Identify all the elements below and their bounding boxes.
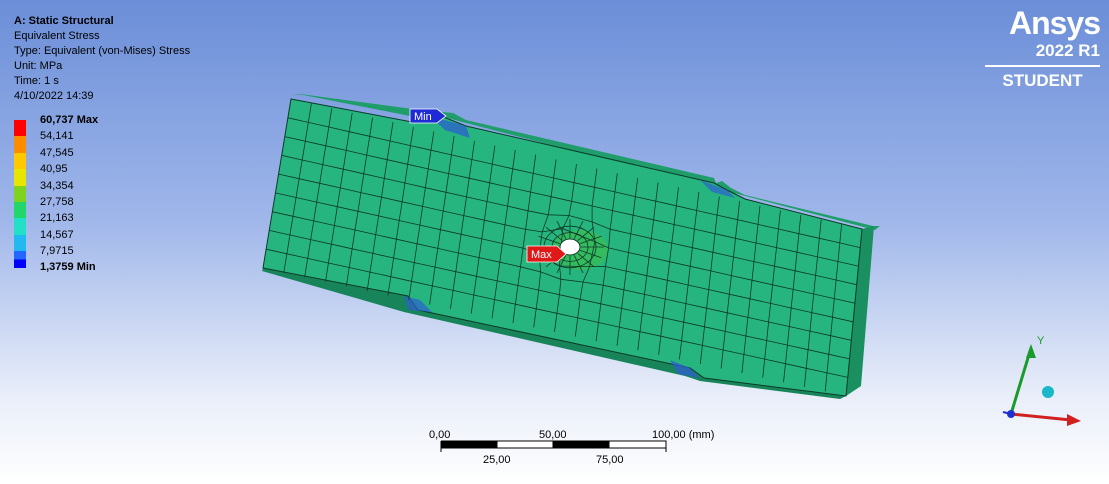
coordinate-triad[interactable]: Y	[995, 328, 1100, 428]
y-axis-label: Y	[1037, 335, 1045, 347]
scale-bar: 0,00 50,00 100,00 (mm) 25,00 75,00	[420, 428, 714, 468]
model-viewport[interactable]: Min Max	[0, 0, 1109, 484]
scale-label: 0,00	[429, 429, 451, 441]
x-axis-arrow	[1067, 414, 1081, 426]
triad-origin	[1007, 410, 1015, 418]
iso-view-ball[interactable]	[1042, 386, 1054, 398]
scale-label: 50,00	[539, 429, 567, 441]
scale-label: 100,00 (mm)	[652, 429, 715, 441]
x-axis-line	[1010, 412, 1072, 422]
max-probe[interactable]: Max	[526, 245, 567, 263]
y-axis-arrow	[1026, 344, 1036, 358]
scale-label: 25,00	[483, 454, 511, 466]
plate-model[interactable]	[262, 94, 880, 399]
scale-label: 75,00	[596, 454, 624, 466]
max-probe-label: Max	[531, 249, 552, 261]
min-probe-label: Min	[414, 111, 432, 123]
